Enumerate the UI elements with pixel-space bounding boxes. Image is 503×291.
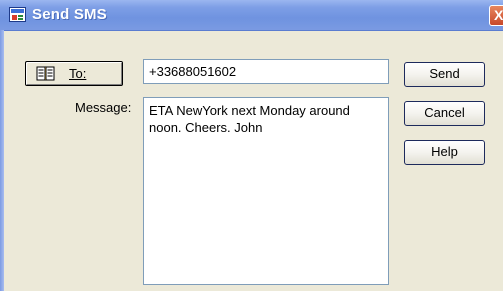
message-label: Message: xyxy=(75,100,132,115)
to-label-rest: o: xyxy=(75,66,87,81)
title-bar[interactable]: Send SMS X xyxy=(0,0,503,31)
close-icon: X xyxy=(494,7,503,23)
window-frame-left xyxy=(0,30,4,291)
address-book-icon xyxy=(36,66,55,81)
sms-app-icon xyxy=(9,7,26,22)
message-textarea[interactable]: ETA NewYork next Monday around noon. Che… xyxy=(143,97,389,285)
help-button[interactable]: Help xyxy=(404,140,485,165)
window-title: Send SMS xyxy=(32,6,107,23)
to-button[interactable]: To: xyxy=(25,61,123,86)
close-button[interactable]: X xyxy=(489,5,503,26)
cancel-button[interactable]: Cancel xyxy=(404,101,485,126)
to-input[interactable]: +33688051602 xyxy=(143,59,389,84)
send-button[interactable]: Send xyxy=(404,62,485,87)
to-button-label: To: xyxy=(69,63,86,84)
